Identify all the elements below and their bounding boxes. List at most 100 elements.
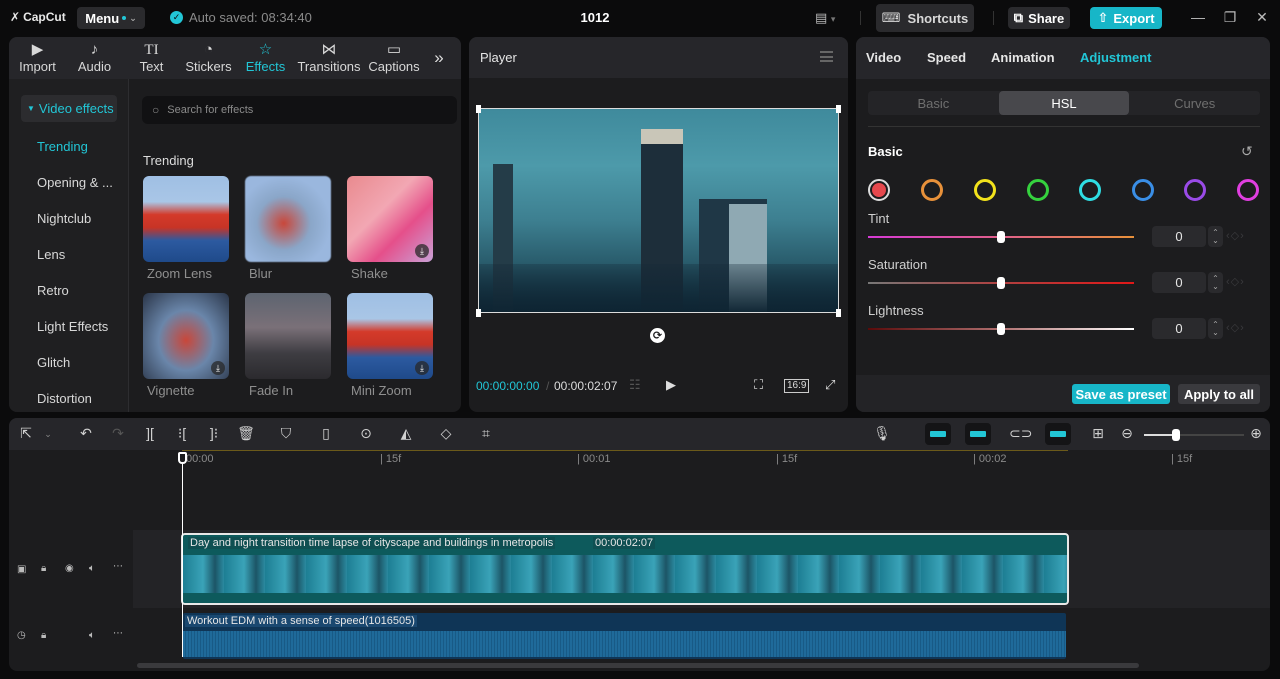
reset-button[interactable]: ↺ xyxy=(1241,143,1253,160)
effect-thumb-blur[interactable] xyxy=(245,176,331,262)
mirror-button[interactable]: ◭ xyxy=(397,425,415,442)
video-effects-header[interactable]: ▼ Video effects xyxy=(21,95,117,122)
slider-thumb[interactable] xyxy=(997,323,1005,335)
eye-icon[interactable]: ◉ xyxy=(65,563,74,574)
share-button[interactable]: ⧉ Share xyxy=(1008,7,1070,29)
link-button[interactable]: ⊂⊃ xyxy=(1009,425,1032,442)
tab-adjustment[interactable]: Adjustment xyxy=(1080,50,1152,65)
preview-axis-toggle[interactable] xyxy=(1045,423,1071,445)
tab-transitions[interactable]: ⋈ Transitions xyxy=(294,37,364,79)
subtab-basic[interactable]: Basic xyxy=(868,91,999,115)
lightness-value-input[interactable]: 0 xyxy=(1152,318,1206,339)
delete-right-button[interactable]: ]⁝ xyxy=(205,425,223,442)
category-lens[interactable]: Lens xyxy=(37,247,65,262)
tab-captions[interactable]: ▭ Captions xyxy=(364,37,424,79)
timeline-scrollbar[interactable] xyxy=(137,663,1139,668)
waveform-icon[interactable]: ☷ xyxy=(629,377,641,393)
reverse-button[interactable]: ⊙ xyxy=(357,425,375,442)
tab-text[interactable]: TI Text xyxy=(123,37,180,79)
video-clip[interactable]: Day and night transition time lapse of c… xyxy=(181,533,1069,605)
subtab-curves[interactable]: Curves xyxy=(1129,91,1260,115)
category-retro[interactable]: Retro xyxy=(37,283,69,298)
save-as-preset-button[interactable]: Save as preset xyxy=(1072,384,1170,404)
shortcuts-button[interactable]: ⌨ Shortcuts xyxy=(876,4,974,32)
volume-icon[interactable]: 🔈︎ xyxy=(89,563,95,574)
maximize-button[interactable]: ❐ xyxy=(1220,9,1240,26)
more-tabs-button[interactable]: » xyxy=(424,37,454,79)
menu-button[interactable]: Menu ⌄ xyxy=(77,7,145,29)
video-preview[interactable] xyxy=(478,108,839,313)
tint-stepper[interactable]: ⌃ ⌄ xyxy=(1208,226,1223,247)
more-icon[interactable]: ⋯ xyxy=(113,561,123,572)
playhead-handle[interactable] xyxy=(178,452,187,464)
keyframe-icon[interactable]: ‹◇› xyxy=(1226,321,1245,334)
hsl-swatch-orange[interactable] xyxy=(921,179,943,201)
rotate-button[interactable]: ◇ xyxy=(437,425,455,442)
slider-thumb[interactable] xyxy=(997,277,1005,289)
aspect-ratio-button[interactable]: 16:9 xyxy=(784,379,810,393)
resize-handle[interactable] xyxy=(836,309,841,317)
tab-import[interactable]: ▶ Import xyxy=(9,37,66,79)
volume-icon[interactable]: 🔈︎ xyxy=(89,630,95,641)
minimize-button[interactable]: — xyxy=(1188,9,1208,25)
tab-animation[interactable]: Animation xyxy=(991,50,1055,65)
effect-thumb-zoom-lens[interactable] xyxy=(143,176,229,262)
resize-handle[interactable] xyxy=(476,105,481,113)
record-audio-button[interactable]: 🎙 xyxy=(873,425,891,442)
rotate-icon[interactable]: ⟳ xyxy=(650,328,665,343)
lightness-stepper[interactable]: ⌃ ⌄ xyxy=(1208,318,1223,339)
hsl-swatch-purple[interactable] xyxy=(1184,179,1206,201)
redo-button[interactable]: ↷ xyxy=(109,425,127,442)
export-button[interactable]: ⇧ Export xyxy=(1090,7,1162,29)
saturation-value-input[interactable]: 0 xyxy=(1152,272,1206,293)
hsl-swatch-green[interactable] xyxy=(1027,179,1049,201)
saturation-slider[interactable] xyxy=(868,277,1134,289)
lightness-slider[interactable] xyxy=(868,323,1134,335)
download-icon[interactable]: ⤓ xyxy=(211,361,225,375)
hsl-swatch-magenta[interactable] xyxy=(1237,179,1259,201)
hsl-swatch-cyan[interactable] xyxy=(1079,179,1101,201)
tint-slider[interactable] xyxy=(868,231,1134,243)
delete-left-button[interactable]: ⁝[ xyxy=(173,425,191,442)
freeze-button[interactable]: ▯ xyxy=(317,425,335,442)
tab-speed[interactable]: Speed xyxy=(927,50,966,65)
effect-thumb-mini-zoom[interactable]: ⤓ xyxy=(347,293,433,379)
delete-button[interactable]: 🗑 xyxy=(237,425,255,442)
resize-handle[interactable] xyxy=(836,105,841,113)
subtab-hsl[interactable]: HSL xyxy=(998,91,1130,115)
lock-icon[interactable]: 🔒︎ xyxy=(41,563,46,574)
split-button[interactable]: ][ xyxy=(141,425,159,441)
playhead[interactable] xyxy=(182,453,183,657)
hsl-swatch-blue[interactable] xyxy=(1132,179,1154,201)
timeline-zoom-slider[interactable] xyxy=(1144,429,1244,441)
fullscreen-button[interactable]: ⤢ xyxy=(825,377,835,393)
category-nightclub[interactable]: Nightclub xyxy=(37,211,91,226)
project-title[interactable]: 1012 xyxy=(560,10,630,25)
keyframe-icon[interactable]: ‹◇› xyxy=(1226,275,1245,288)
tab-audio[interactable]: ♪ Audio xyxy=(66,37,123,79)
marker-button[interactable]: ⛉ xyxy=(277,425,295,442)
category-distortion[interactable]: Distortion xyxy=(37,391,92,406)
apply-to-all-button[interactable]: Apply to all xyxy=(1178,384,1260,404)
undo-button[interactable]: ↶ xyxy=(77,425,95,442)
effect-thumb-fade-in[interactable] xyxy=(245,293,331,379)
slider-thumb[interactable] xyxy=(1172,429,1180,441)
effects-search-input[interactable]: ○ Search for effects xyxy=(142,96,457,124)
tab-video[interactable]: Video xyxy=(866,50,901,65)
download-icon[interactable]: ⤓ xyxy=(415,361,429,375)
slider-thumb[interactable] xyxy=(997,231,1005,243)
play-button[interactable]: ▶ xyxy=(666,377,676,393)
lock-icon[interactable]: 🔒︎ xyxy=(41,630,46,641)
menu-icon[interactable] xyxy=(820,51,833,62)
zoom-fit-button[interactable]: ⛶ xyxy=(754,377,763,393)
close-button[interactable]: ✕ xyxy=(1252,9,1272,26)
tint-value-input[interactable]: 0 xyxy=(1152,226,1206,247)
resize-handle[interactable] xyxy=(476,309,481,317)
tab-effects[interactable]: ☆ Effects xyxy=(237,37,294,79)
linkage-toggle[interactable] xyxy=(965,423,991,445)
category-opening[interactable]: Opening & ... xyxy=(37,175,113,190)
download-icon[interactable]: ⤓ xyxy=(415,244,429,258)
zoom-in-button[interactable]: ⊕ xyxy=(1247,425,1265,442)
select-tool[interactable]: ⇱ xyxy=(17,425,35,442)
zoom-out-button[interactable]: ⊖ xyxy=(1118,425,1136,442)
